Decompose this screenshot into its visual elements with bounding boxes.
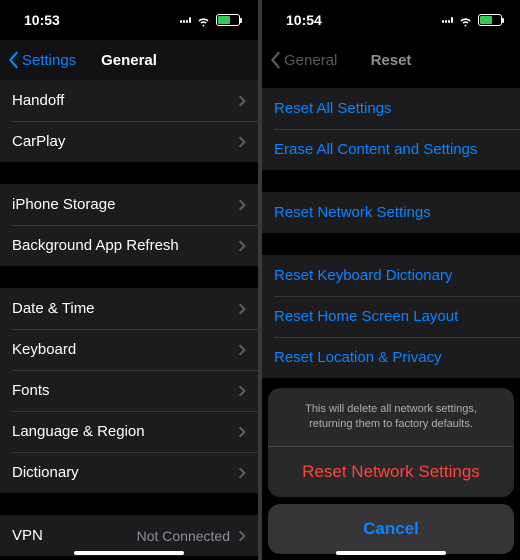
chevron-right-icon	[238, 343, 246, 357]
status-bar: 10:53	[0, 0, 258, 40]
wifi-icon	[458, 13, 473, 28]
page-title: Reset	[371, 52, 412, 69]
clock: 10:53	[24, 12, 60, 28]
page-title: General	[101, 52, 157, 69]
home-indicator[interactable]	[74, 551, 184, 555]
settings-list: Handoff CarPlay iPhone Storage Backgroun…	[0, 80, 258, 560]
chevron-right-icon	[238, 302, 246, 316]
status-right	[180, 13, 240, 28]
chevron-right-icon	[238, 529, 246, 543]
row-label: Handoff	[12, 92, 64, 109]
row-label: CarPlay	[12, 133, 65, 150]
back-button[interactable]: Settings	[8, 51, 76, 69]
row-label: VPN	[12, 527, 43, 544]
row-handoff[interactable]: Handoff	[0, 80, 258, 121]
row-label: Reset Home Screen Layout	[274, 308, 458, 325]
vpn-status: Not Connected	[137, 528, 230, 544]
chevron-right-icon	[238, 198, 246, 212]
back-label: Settings	[22, 52, 76, 69]
signal-icon	[180, 17, 191, 23]
row-dictionary[interactable]: Dictionary	[0, 452, 258, 493]
signal-icon	[442, 17, 453, 23]
row-reset-network[interactable]: Reset Network Settings	[262, 192, 520, 233]
chevron-right-icon	[238, 425, 246, 439]
sheet-action-button[interactable]: Reset Network Settings	[268, 447, 514, 497]
status-right	[442, 13, 502, 28]
row-label: Reset Location & Privacy	[274, 349, 442, 366]
row-label: Erase All Content and Settings	[274, 141, 477, 158]
reset-list: Reset All Settings Erase All Content and…	[262, 80, 520, 378]
row-label: Language & Region	[12, 423, 145, 440]
back-label: General	[284, 52, 337, 69]
battery-icon	[216, 14, 240, 26]
clock: 10:54	[286, 12, 322, 28]
row-bg-refresh[interactable]: Background App Refresh	[0, 225, 258, 266]
back-button[interactable]: General	[270, 51, 337, 69]
row-label: Dictionary	[12, 464, 79, 481]
row-fonts[interactable]: Fonts	[0, 370, 258, 411]
row-date-time[interactable]: Date & Time	[0, 288, 258, 329]
chevron-left-icon	[270, 51, 282, 69]
row-reset-keyboard[interactable]: Reset Keyboard Dictionary	[262, 255, 520, 296]
row-label: Reset Keyboard Dictionary	[274, 267, 452, 284]
phone-reset: 10:54 General Reset Reset All Settings E…	[262, 0, 520, 560]
phone-general: 10:53 Settings General Handoff CarPlay i…	[0, 0, 258, 560]
chevron-right-icon	[238, 135, 246, 149]
wifi-icon	[196, 13, 211, 28]
row-label: iPhone Storage	[12, 196, 115, 213]
action-sheet: This will delete all network settings, r…	[262, 388, 520, 560]
nav-bar: Settings General	[0, 40, 258, 80]
sheet-cancel-button[interactable]: Cancel	[268, 504, 514, 554]
chevron-right-icon	[238, 239, 246, 253]
chevron-right-icon	[238, 94, 246, 108]
sheet-message: This will delete all network settings, r…	[268, 388, 514, 446]
row-label: Date & Time	[12, 300, 95, 317]
row-label: Background App Refresh	[12, 237, 179, 254]
row-reset-all[interactable]: Reset All Settings	[262, 88, 520, 129]
battery-icon	[478, 14, 502, 26]
row-label: Reset All Settings	[274, 100, 392, 117]
chevron-left-icon	[8, 51, 20, 69]
row-iphone-storage[interactable]: iPhone Storage	[0, 184, 258, 225]
sheet-body: This will delete all network settings, r…	[268, 388, 514, 497]
row-label: Reset Network Settings	[274, 204, 431, 221]
row-label: Fonts	[12, 382, 50, 399]
row-keyboard[interactable]: Keyboard	[0, 329, 258, 370]
row-erase-all[interactable]: Erase All Content and Settings	[262, 129, 520, 170]
row-reset-location[interactable]: Reset Location & Privacy	[262, 337, 520, 378]
chevron-right-icon	[238, 466, 246, 480]
row-reset-home[interactable]: Reset Home Screen Layout	[262, 296, 520, 337]
row-vpn[interactable]: VPN Not Connected	[0, 515, 258, 556]
chevron-right-icon	[238, 384, 246, 398]
home-indicator[interactable]	[336, 551, 446, 555]
row-lang-region[interactable]: Language & Region	[0, 411, 258, 452]
row-carplay[interactable]: CarPlay	[0, 121, 258, 162]
status-bar: 10:54	[262, 0, 520, 40]
row-label: Keyboard	[12, 341, 76, 358]
nav-bar: General Reset	[262, 40, 520, 80]
